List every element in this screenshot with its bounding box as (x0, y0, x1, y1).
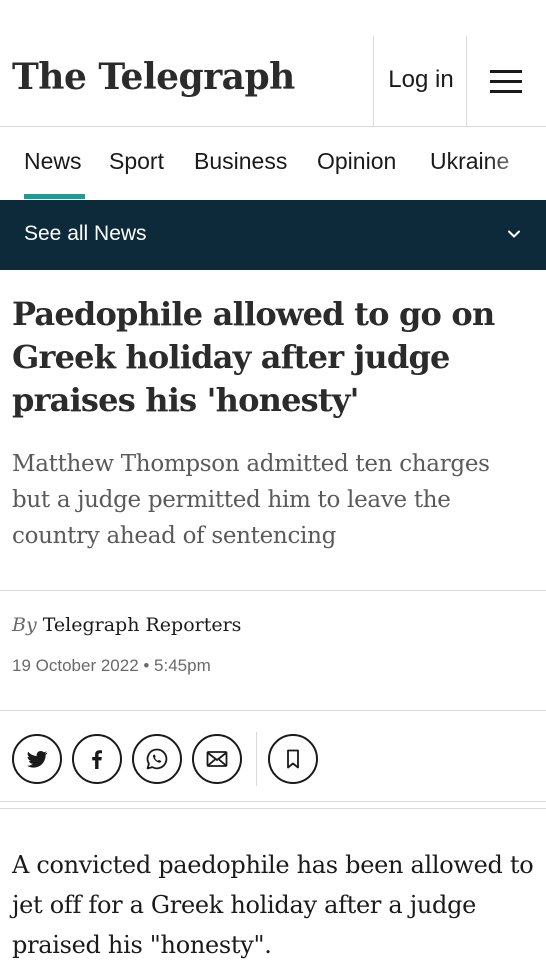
telegraph-logo[interactable]: The Telegraph (12, 56, 295, 98)
share-divider (256, 732, 257, 786)
twitter-icon (27, 750, 48, 768)
facebook-icon (92, 750, 102, 769)
author-link[interactable]: Telegraph Reporters (43, 614, 242, 636)
article-headline: Paedophile allowed to go on Greek holida… (12, 295, 495, 419)
article-standfirst: Matthew Thompson admitted ten charges bu… (12, 451, 490, 549)
publish-date: 19 October 2022 • 5:45pm (12, 656, 211, 675)
whatsapp-share-button[interactable] (132, 734, 182, 784)
twitter-share-button[interactable] (12, 734, 62, 784)
divider (0, 710, 546, 711)
divider (0, 801, 546, 802)
divider (0, 590, 546, 591)
site-header: The Telegraph Log in (0, 0, 546, 127)
byline-prefix: By (12, 614, 37, 636)
section-nav: News Sport Business Opinion Ukraine (0, 128, 546, 200)
divider (0, 808, 546, 809)
nav-item-opinion[interactable]: Opinion (317, 148, 396, 175)
active-tab-indicator (24, 194, 85, 199)
byline: By Telegraph Reporters (12, 614, 241, 636)
email-icon (206, 751, 228, 767)
facebook-share-button[interactable] (72, 734, 122, 784)
article-body-paragraph: A convicted paedophile has been allowed … (12, 851, 534, 959)
email-share-button[interactable] (192, 734, 242, 784)
chevron-down-icon (508, 230, 520, 238)
bookmark-button[interactable] (268, 734, 318, 784)
bookmark-icon (287, 749, 299, 769)
login-button[interactable]: Log in (374, 66, 468, 94)
nav-item-sport[interactable]: Sport (109, 148, 164, 175)
login-container: Log in (373, 36, 467, 127)
hamburger-menu-icon[interactable] (468, 36, 546, 127)
see-all-news-bar[interactable]: See all News (0, 200, 546, 270)
nav-item-business[interactable]: Business (194, 148, 287, 175)
whatsapp-icon (146, 748, 168, 770)
see-all-news-label: See all News (24, 222, 147, 245)
nav-item-news[interactable]: News (24, 148, 82, 175)
nav-item-ukraine[interactable]: Ukraine (430, 148, 509, 175)
